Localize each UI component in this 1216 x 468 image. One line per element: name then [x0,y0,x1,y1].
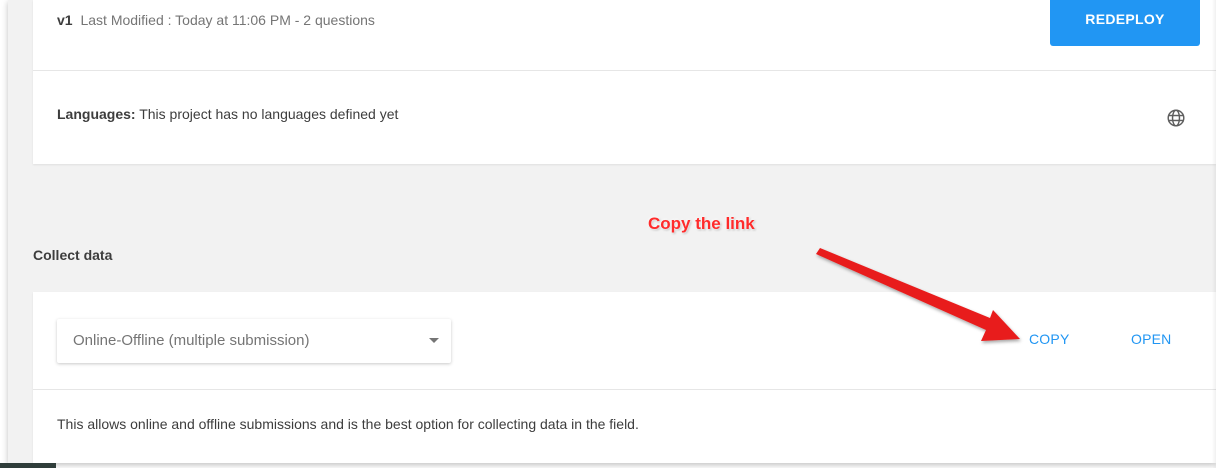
collect-description-row: This allows online and offline submissio… [33,390,1216,463]
version-row: v1 Last Modified : Today at 11:06 PM - 2… [33,0,1216,71]
languages-label: Languages: [57,106,136,122]
redeploy-button[interactable]: REDEPLOY [1050,0,1200,46]
version-tag: v1 [57,12,73,28]
project-form-page: v1 Last Modified : Today at 11:06 PM - 2… [8,0,1216,463]
screenshot-frame: v1 Last Modified : Today at 11:06 PM - 2… [0,0,1216,468]
caret-down-icon [429,338,439,343]
collect-method-value: Online-Offline (multiple submission) [73,332,310,349]
right-edge-shadow [1212,0,1216,468]
collect-data-heading: Collect data [33,247,113,263]
taskbar-fragment [0,463,56,468]
version-meta: Last Modified : Today at 11:06 PM - 2 qu… [80,12,375,28]
collect-method-select[interactable]: Online-Offline (multiple submission) [57,319,451,363]
version-info: v1 Last Modified : Today at 11:06 PM - 2… [57,12,375,28]
open-link-button[interactable]: OPEN [1131,331,1171,347]
globe-icon[interactable] [1165,107,1187,129]
annotation-label: Copy the link [648,214,755,233]
languages-text: This project has no languages defined ye… [139,106,399,122]
collect-method-description: This allows online and offline submissio… [57,416,639,432]
annotation-arrow [816,248,1020,341]
languages-info: Languages: This project has no languages… [57,106,398,122]
languages-row: Languages: This project has no languages… [33,71,1216,164]
form-summary-card: v1 Last Modified : Today at 11:06 PM - 2… [33,0,1216,164]
